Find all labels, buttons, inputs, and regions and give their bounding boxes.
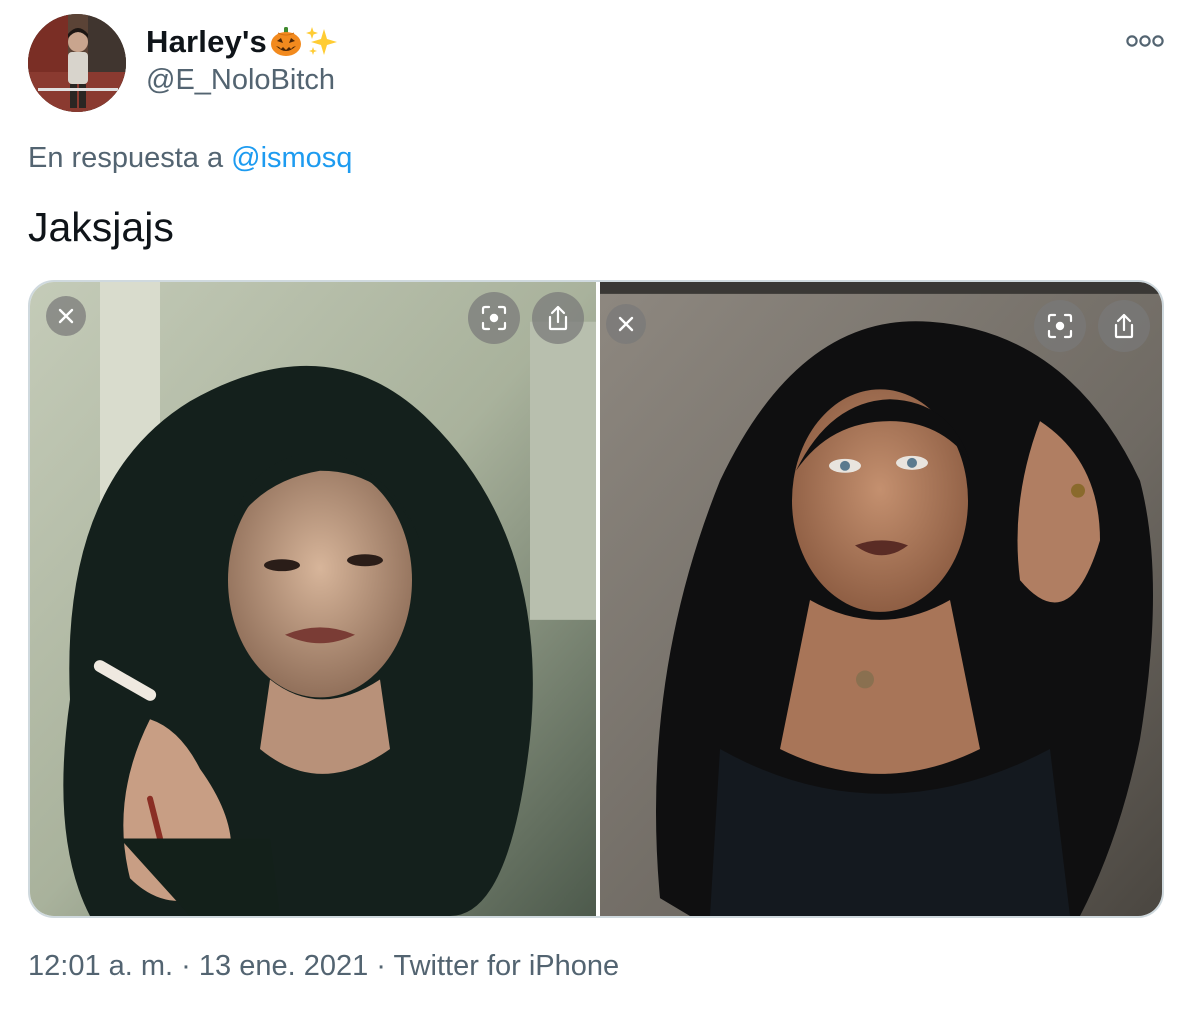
meta-separator: · [181, 950, 191, 982]
reply-prefix: En respuesta a [28, 142, 224, 174]
reply-context: En respuesta a @ismosq [28, 142, 352, 175]
share-button[interactable] [532, 292, 584, 344]
sparkles-icon [305, 25, 339, 59]
visual-search-icon [1047, 313, 1073, 339]
visual-search-icon [481, 305, 507, 331]
avatar[interactable] [28, 14, 126, 112]
jack-o-lantern-icon [269, 25, 303, 59]
media-grid [28, 280, 1164, 918]
tweet-text: Jaksjajs [28, 204, 174, 250]
user-handle[interactable]: @E_NoloBitch [146, 64, 335, 97]
meta-separator: · [376, 950, 386, 982]
more-button[interactable] [1122, 28, 1168, 54]
media-photo-2[interactable] [600, 282, 1162, 916]
tweet-source-link[interactable]: Twitter for iPhone [394, 950, 620, 982]
close-button[interactable] [46, 296, 86, 336]
close-button[interactable] [606, 304, 646, 344]
share-icon [548, 305, 568, 331]
photo-image [600, 282, 1162, 916]
tweet-meta: 12:01 a. m. · 13 ene. 2021 · Twitter for… [28, 950, 619, 983]
display-name[interactable]: Harley's [146, 24, 339, 60]
visual-search-button[interactable] [1034, 300, 1086, 352]
reply-mention-link[interactable]: @ismosq [231, 142, 352, 174]
photo-image [30, 282, 596, 916]
close-icon [58, 308, 74, 324]
tweet-time-link[interactable]: 12:01 a. m. [28, 950, 173, 982]
display-name-text: Harley's [146, 24, 267, 59]
close-icon [618, 316, 634, 332]
media-photo-1[interactable] [30, 282, 596, 916]
tweet-date-link[interactable]: 13 ene. 2021 [199, 950, 368, 982]
tweet: Harley's @E_NoloBitch En respuesta a @is… [0, 0, 1194, 1014]
more-horizontal-icon [1126, 35, 1164, 47]
visual-search-button[interactable] [468, 292, 520, 344]
avatar-image [28, 14, 126, 112]
share-icon [1114, 313, 1134, 339]
share-button[interactable] [1098, 300, 1150, 352]
